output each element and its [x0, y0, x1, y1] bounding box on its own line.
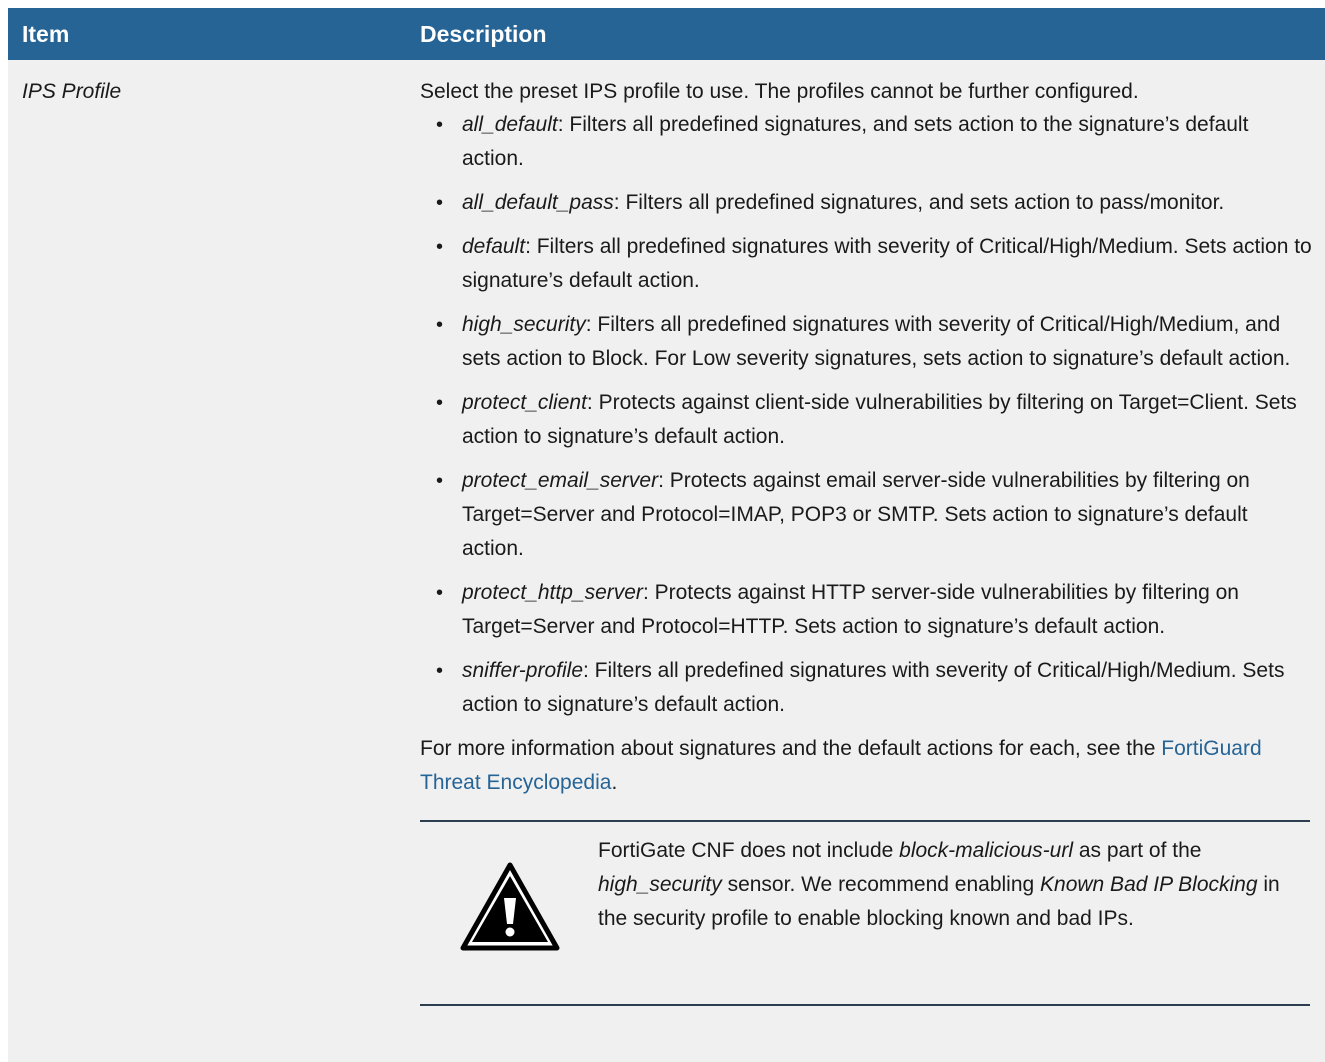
profile-description: : Filters all predefined signatures with…	[462, 659, 1285, 716]
description-outro: For more information about signatures an…	[420, 732, 1315, 800]
profile-name: high_security	[462, 313, 586, 336]
bullet-dot-icon: •	[436, 582, 444, 604]
profile-name: protect_http_server	[462, 581, 643, 604]
outro-text: For more information about signatures an…	[420, 737, 1162, 760]
outro-end: .	[611, 771, 618, 794]
profile-list: • all_default: Filters all predefined sig…	[420, 108, 1315, 722]
caution-text: FortiGate CNF does not include block-mal…	[598, 834, 1308, 936]
profile-name: all_default	[462, 113, 558, 136]
profile-description: : Filters all predefined signatures with…	[462, 235, 1312, 292]
bullet-text: protect_email_server: Protects against e…	[462, 464, 1315, 566]
profile-description: : Protects against client-side vulnerabi…	[462, 391, 1297, 448]
bullet-dot-icon: •	[436, 392, 444, 414]
profile-name: sniffer-profile	[462, 659, 583, 682]
caution-part: as part of the	[1073, 839, 1202, 862]
profile-description: : Filters all predefined signatures with…	[462, 313, 1291, 370]
profile-description: : Filters all predefined signatures, and…	[462, 113, 1249, 170]
profile-name: all_default_pass	[462, 191, 614, 214]
caution-term: Known Bad IP Blocking	[1040, 873, 1258, 896]
bullet-dot-icon: •	[436, 660, 444, 682]
bullet-dot-icon: •	[436, 236, 444, 258]
bullet-text: protect_http_server: Protects against HT…	[462, 576, 1315, 644]
caution-term: high_security	[598, 873, 722, 896]
bullet-text: sniffer-profile: Filters all predefined …	[462, 654, 1315, 722]
profile-description: : Filters all predefined signatures, and…	[613, 191, 1225, 214]
caution-note: FortiGate CNF does not include block-mal…	[420, 820, 1310, 1006]
list-item: • default: Filters all predefined signatu…	[420, 230, 1315, 298]
description-intro: Select the preset IPS profile to use. Th…	[420, 80, 1139, 103]
row-description: Select the preset IPS profile to use. Th…	[420, 60, 1315, 1006]
bullet-text: all_default: Filters all predefined sign…	[462, 108, 1315, 176]
header-description: Description	[420, 20, 547, 47]
warning-icon	[460, 862, 560, 951]
profile-name: default	[462, 235, 526, 258]
header-item: Item	[22, 20, 70, 47]
profile-name: protect_email_server	[462, 469, 659, 492]
list-item: • protect_email_server: Protects against …	[420, 464, 1315, 566]
bullet-dot-icon: •	[436, 314, 444, 336]
list-item: • all_default_pass: Filters all predefine…	[420, 186, 1315, 220]
profile-name: protect_client	[462, 391, 587, 414]
table-header: Item Description	[8, 8, 1325, 60]
list-item: • high_security: Filters all predefined s…	[420, 308, 1315, 376]
bullet-text: default: Filters all predefined signatur…	[462, 230, 1315, 298]
list-item: • sniffer-profile: Filters all predefined…	[420, 654, 1315, 722]
parameter-table: Item Description IPS Profile Select the …	[8, 8, 1325, 1062]
row-item-name: IPS Profile	[22, 80, 122, 103]
bullet-text: protect_client: Protects against client-…	[462, 386, 1315, 454]
bullet-text: high_security: Filters all predefined si…	[462, 308, 1315, 376]
table-row: IPS Profile Select the preset IPS profil…	[8, 60, 1325, 1006]
bullet-dot-icon: •	[436, 192, 444, 214]
list-item: • protect_http_server: Protects against H…	[420, 576, 1315, 644]
bullet-dot-icon: •	[436, 114, 444, 136]
list-item: • all_default: Filters all predefined sig…	[420, 108, 1315, 176]
bullet-dot-icon: •	[436, 470, 444, 492]
caution-part: FortiGate CNF does not include	[598, 839, 900, 862]
caution-part: sensor. We recommend enabling	[721, 873, 1041, 896]
caution-term: block-malicious-url	[899, 839, 1074, 862]
bullet-text: all_default_pass: Filters all predefined…	[462, 186, 1315, 220]
list-item: • protect_client: Protects against client…	[420, 386, 1315, 454]
